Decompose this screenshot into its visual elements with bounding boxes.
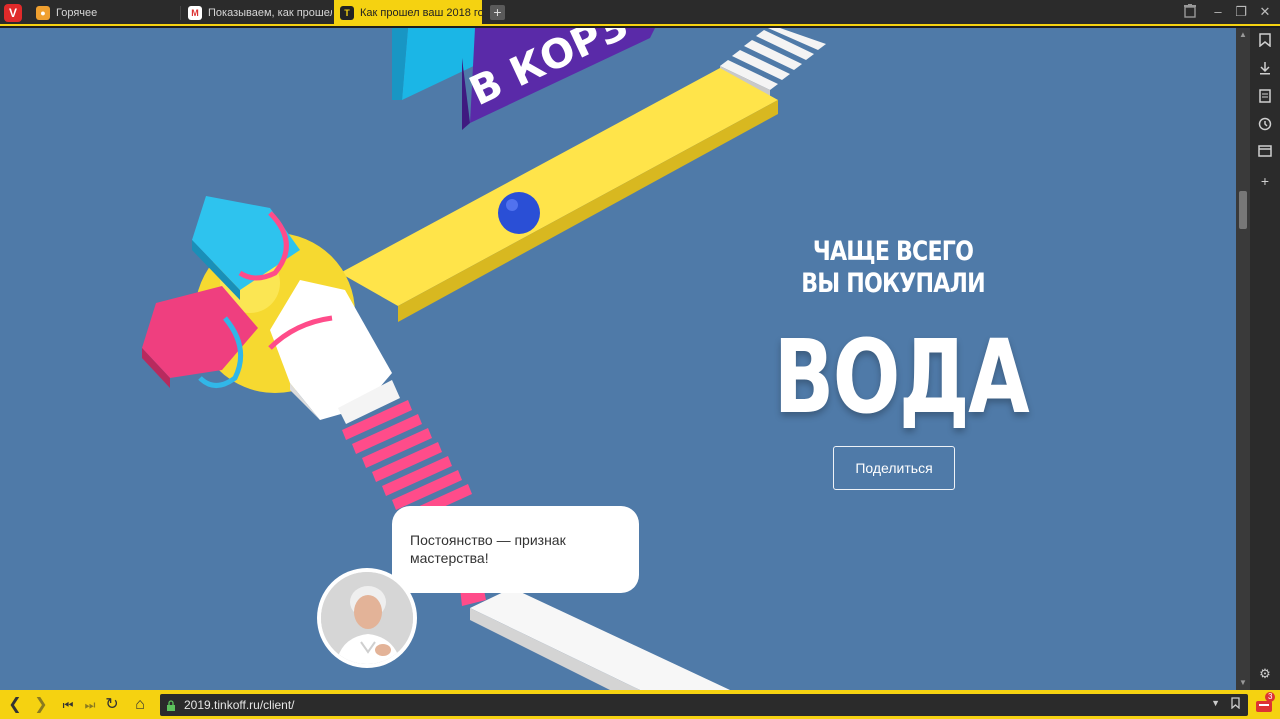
url-bookmark-icon[interactable] [1231, 697, 1240, 712]
extension-badge: 3 [1265, 692, 1276, 702]
tab-title: Показываем, как прошел [208, 7, 332, 19]
settings-gear-icon[interactable]: ⚙ [1257, 666, 1273, 682]
quote-bubble: Постоянство — признак мастерства! [392, 506, 639, 593]
tab-title: Как прошел ваш 2018 год [360, 7, 482, 19]
tab-gorjachee[interactable]: ● Горячее [30, 0, 178, 26]
tab-pokazyvaem[interactable]: M Показываем, как прошел [182, 0, 332, 26]
back-icon[interactable]: ❮ [5, 695, 25, 715]
fast-forward-icon[interactable]: ⏭ [80, 695, 100, 715]
extension-icon[interactable]: 3 [1256, 692, 1276, 713]
pikabu-icon: ● [36, 6, 50, 20]
minimize-icon[interactable]: – [1208, 4, 1228, 19]
side-panel: + ⚙ [1250, 28, 1280, 690]
address-bar: ❮ ❯ ⏮ ⏭ ↻ ⌂ 2019.tinkoff.ru/client/ ▼ 3 [0, 690, 1280, 719]
tinkoff-icon: T [340, 6, 354, 20]
window-panel-icon[interactable] [1257, 145, 1273, 161]
white-path [470, 588, 730, 690]
headline-line-2: ВЫ ПОКУПАЛИ [801, 268, 985, 299]
bookmark-icon[interactable] [1257, 33, 1273, 49]
page-content: В КОРЗ ЧАЩЕ ВСЕГО ВЫ ПОКУПАЛИ ВОДА Подел… [0, 28, 1236, 690]
share-button[interactable]: Поделиться [833, 446, 955, 490]
download-icon[interactable] [1257, 61, 1273, 77]
forward-icon[interactable]: ❯ [31, 695, 51, 715]
quote-text: Постоянство — признак мастерства! [410, 532, 566, 566]
notes-icon[interactable] [1257, 89, 1273, 105]
page-scrollbar[interactable]: ▲ ▼ [1236, 28, 1250, 690]
new-tab-button[interactable]: + [490, 5, 505, 20]
close-icon[interactable]: ✕ [1255, 4, 1275, 20]
trash-icon[interactable] [1180, 4, 1200, 21]
lock-icon [166, 699, 177, 711]
scroll-thumb[interactable] [1239, 191, 1247, 229]
home-icon[interactable]: ⌂ [130, 695, 150, 715]
banner-graphic: В КОРЗ [392, 28, 655, 130]
yellow-ramp [340, 68, 778, 322]
person-photo-icon [321, 572, 413, 664]
url-dropdown-icon[interactable]: ▼ [1211, 698, 1220, 708]
avatar [317, 568, 417, 668]
purchase-category: ВОДА [773, 318, 1030, 437]
gmail-icon: M [188, 6, 202, 20]
tab-bar: V ● Горячее M Показываем, как прошел T К… [0, 0, 1280, 26]
tab-title: Горячее [56, 7, 98, 19]
add-panel-icon[interactable]: + [1257, 173, 1273, 189]
headline-line-1: ЧАЩЕ ВСЕГО [812, 236, 974, 267]
url-field[interactable]: 2019.tinkoff.ru/client/ ▼ [160, 694, 1248, 716]
tab-kak-proshel[interactable]: T Как прошел ваш 2018 год [334, 0, 482, 26]
scroll-up-icon[interactable]: ▲ [1238, 30, 1248, 40]
url-text: 2019.tinkoff.ru/client/ [184, 698, 295, 712]
blue-ball [498, 192, 540, 234]
rewind-icon[interactable]: ⏮ [58, 695, 78, 715]
vivaldi-menu-button[interactable]: V [4, 4, 22, 22]
headline: ЧАЩЕ ВСЕГО ВЫ ПОКУПАЛИ [784, 236, 1002, 300]
restore-icon[interactable]: ❐ [1231, 4, 1251, 20]
reload-icon[interactable]: ↻ [102, 695, 122, 715]
scroll-down-icon[interactable]: ▼ [1238, 678, 1248, 688]
history-icon[interactable] [1257, 117, 1273, 133]
